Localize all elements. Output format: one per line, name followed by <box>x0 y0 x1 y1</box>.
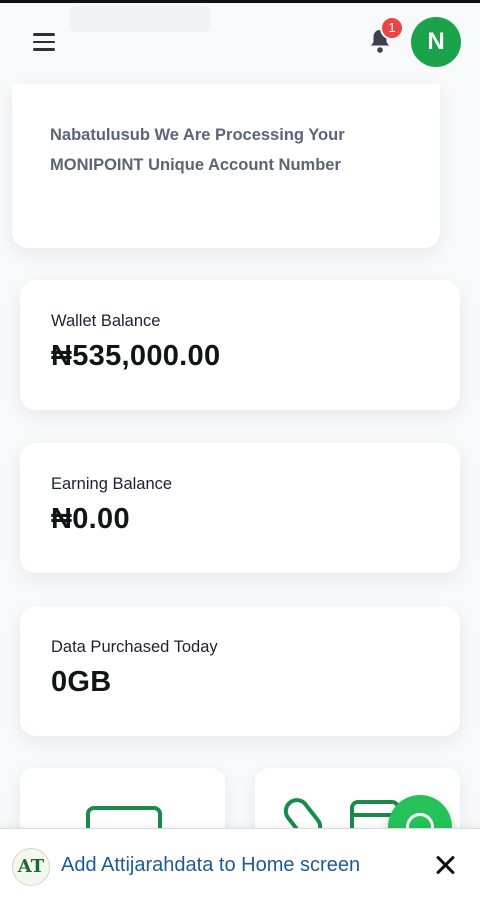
data-purchased-label: Data Purchased Today <box>51 638 218 656</box>
earning-balance-label: Earning Balance <box>51 475 173 493</box>
top-bar: 1 N <box>0 0 480 80</box>
data-purchased-value: 0GB <box>51 666 112 698</box>
add-to-home-screen-text[interactable]: Add Attijarahdata to Home screen <box>61 854 360 877</box>
wallet-balance-card[interactable]: Wallet Balance ₦535,000.00 <box>20 280 460 410</box>
data-purchased-card[interactable]: Data Purchased Today 0GB <box>20 606 460 736</box>
earning-balance-card[interactable]: Earning Balance ₦0.00 <box>20 443 460 573</box>
wallet-balance-label: Wallet Balance <box>51 312 161 330</box>
hamburger-menu-icon[interactable] <box>33 33 57 51</box>
notification-badge: 1 <box>380 16 404 40</box>
earning-balance-value: ₦0.00 <box>51 503 130 535</box>
add-to-home-screen-banner[interactable]: AT Add Attijarahdata to Home screen <box>0 828 480 900</box>
wallet-balance-value: ₦535,000.00 <box>51 340 221 372</box>
avatar[interactable]: N <box>411 17 461 67</box>
account-notice-card: Nabatulusub We Are Processing Your MONIP… <box>12 84 440 248</box>
close-icon[interactable] <box>432 851 460 879</box>
app-screen: 1 N Nabatulusub We Are Processing Your M… <box>0 0 480 900</box>
app-logo: AT <box>12 848 50 886</box>
account-notice-text: Nabatulusub We Are Processing Your MONIP… <box>50 126 345 174</box>
